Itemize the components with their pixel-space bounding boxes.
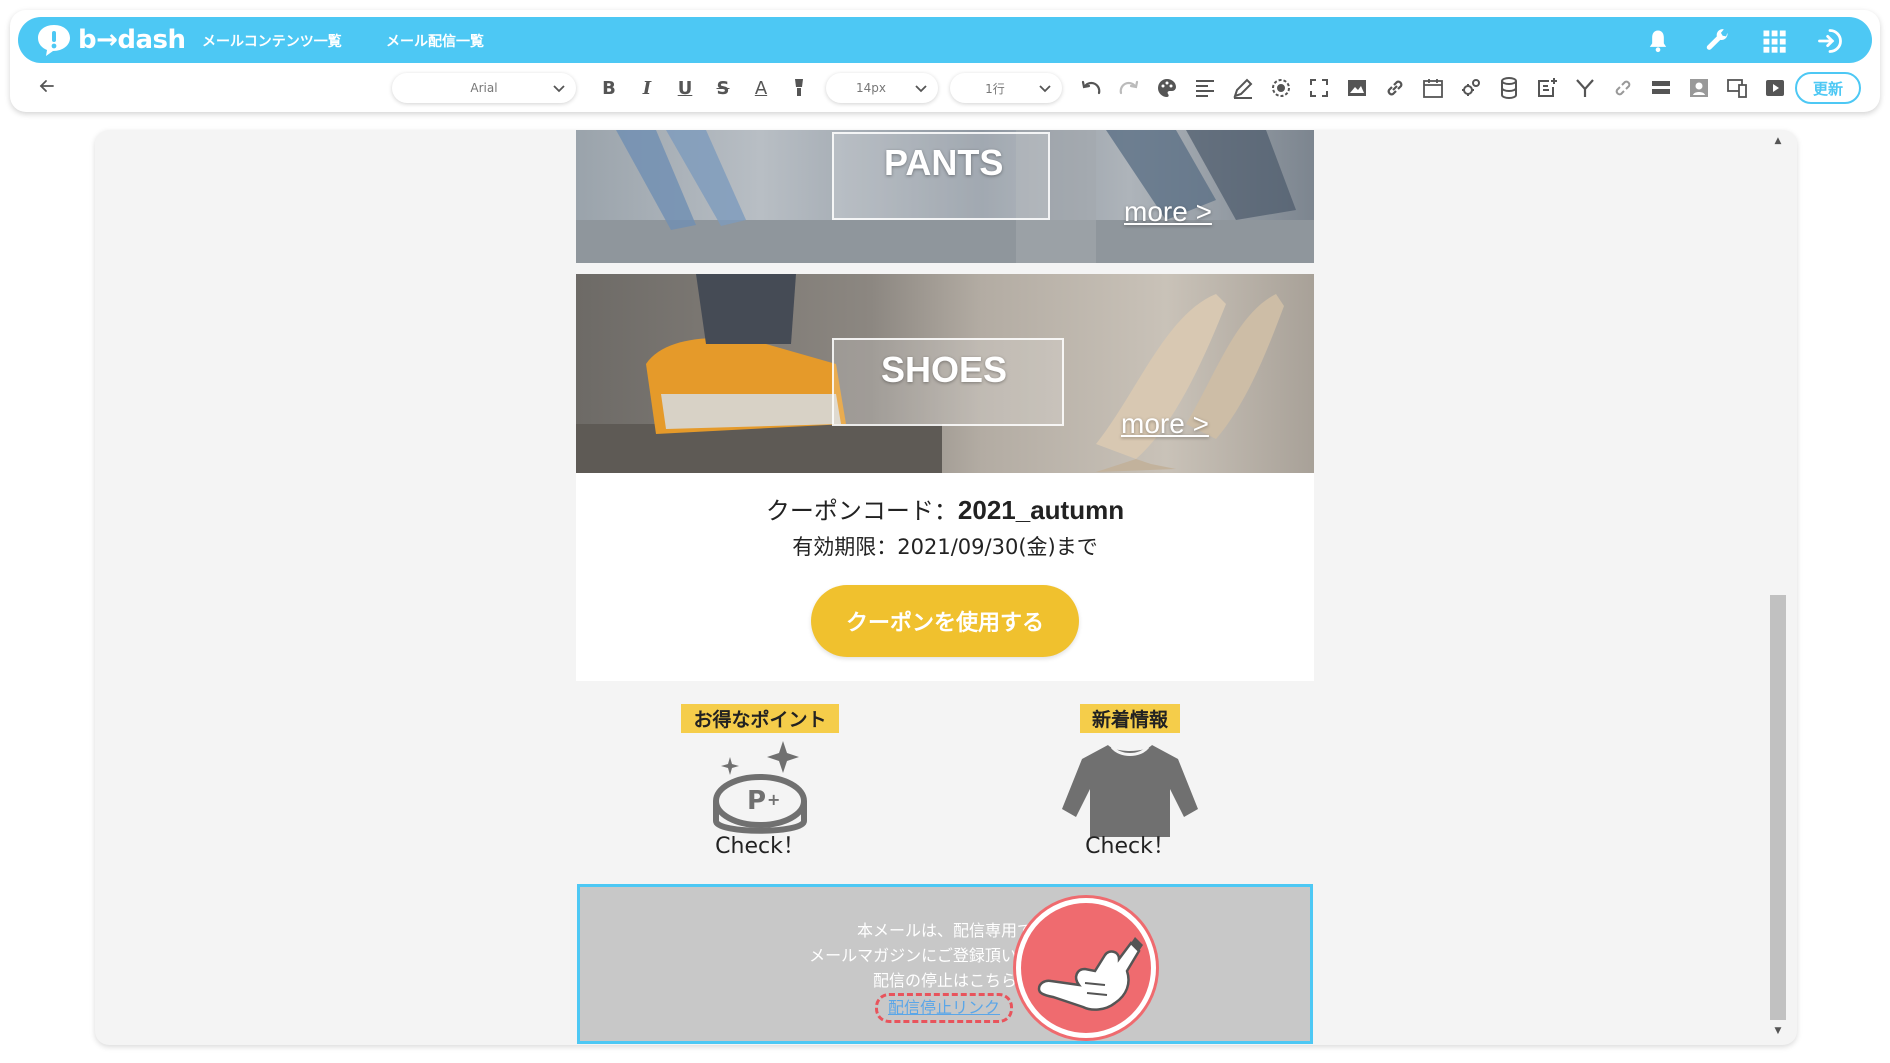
coupon-code-value: 2021_autumn: [957, 495, 1125, 525]
highlight-icon[interactable]: [786, 75, 812, 101]
coupon-expiry: 有効期限：2021/09/30(金)まで: [792, 535, 1098, 559]
responsive-preview-icon[interactable]: [1724, 75, 1750, 101]
feature-new-arrivals[interactable]: 新着情報 Check！: [1030, 704, 1230, 859]
svg-text:P: P: [747, 786, 766, 816]
pen-icon[interactable]: [1230, 75, 1256, 101]
banner-pants-more-link[interactable]: more >: [1124, 196, 1212, 228]
pointing-hand-icon: [1016, 898, 1156, 1038]
update-button[interactable]: 更新: [1795, 72, 1861, 104]
calendar-icon[interactable]: [1420, 75, 1446, 101]
palette-icon[interactable]: [1154, 75, 1180, 101]
font-size-value: 14px: [856, 81, 886, 95]
font-family-select[interactable]: Arial: [392, 73, 576, 103]
coupon-section: クーポンコード：2021_autumn 有効期限：2021/09/30(金)まで…: [576, 473, 1314, 681]
scroll-down-arrow-icon[interactable]: ▼: [1772, 1026, 1784, 1036]
link-icon[interactable]: [1382, 75, 1408, 101]
scrollbar-thumb[interactable]: [1770, 595, 1786, 1020]
font-size-select[interactable]: 14px: [826, 73, 938, 103]
italic-icon[interactable]: I: [634, 75, 660, 101]
user-card-icon[interactable]: [1686, 75, 1712, 101]
play-icon[interactable]: [1762, 75, 1788, 101]
svg-text:+: +: [767, 790, 780, 809]
redo-icon[interactable]: [1116, 75, 1142, 101]
footer-line-1: 本メールは、配信専用で: [856, 921, 1033, 940]
feature-points-tag: お得なポイント: [681, 704, 839, 733]
feature-points-check[interactable]: Check！: [660, 828, 860, 860]
bold-icon[interactable]: B: [596, 75, 622, 101]
target-icon[interactable]: [1268, 75, 1294, 101]
add-note-icon[interactable]: [1534, 75, 1560, 101]
unlink-icon[interactable]: [1610, 75, 1636, 101]
font-color-icon[interactable]: A: [748, 75, 774, 101]
undo-icon[interactable]: [1078, 75, 1104, 101]
footer-line-3: 配信の停止はこちら: [872, 971, 1017, 990]
underline-icon[interactable]: U: [672, 75, 698, 101]
fullscreen-icon[interactable]: [1306, 75, 1332, 101]
strikethrough-icon[interactable]: S: [710, 75, 736, 101]
align-left-icon[interactable]: [1192, 75, 1218, 101]
coupon-code-label: クーポンコード：: [765, 497, 958, 525]
banner-shoes[interactable]: SHOES more >: [576, 274, 1314, 473]
unsubscribe-link[interactable]: 配信停止リンク: [875, 993, 1014, 1023]
wrench-icon[interactable]: [1704, 27, 1732, 55]
chevron-down-icon: [1039, 85, 1051, 93]
email-footer[interactable]: 本メールは、配信専用で メールマガジンにご登録頂いた方にお 配信の停止はこちら …: [577, 884, 1313, 1044]
sweater-icon: [1062, 745, 1198, 837]
nav-mail-contents[interactable]: メールコンテンツ一覧: [202, 31, 342, 51]
logo-icon: [38, 25, 70, 56]
banner-shoes-label: SHOES: [881, 349, 1008, 390]
chevron-down-icon: [553, 85, 565, 93]
banner-pants-label: PANTS: [884, 142, 1004, 183]
footer-line-2: メールマガジンにご登録頂いた方にお: [809, 946, 1081, 965]
line-height-select[interactable]: 1行: [950, 73, 1062, 103]
gears-icon[interactable]: [1458, 75, 1484, 101]
branch-icon[interactable]: [1572, 75, 1598, 101]
feature-new-arrivals-tag: 新着情報: [1079, 704, 1180, 733]
font-family-value: Arial: [470, 81, 498, 95]
bell-icon[interactable]: [1644, 27, 1672, 55]
point-coin-icon: P +: [713, 741, 807, 834]
database-icon[interactable]: [1496, 75, 1522, 101]
scroll-up-arrow-icon[interactable]: ▲: [1772, 136, 1784, 146]
app-logo[interactable]: b→dash: [36, 23, 186, 57]
back-arrow-icon[interactable]: [38, 77, 56, 95]
use-coupon-button[interactable]: クーポンを使用する: [811, 585, 1079, 657]
feature-points[interactable]: お得なポイント P + Check！: [660, 704, 860, 859]
line-height-value: 1行: [985, 81, 1005, 96]
banner-shoes-more-link[interactable]: more >: [1121, 408, 1209, 440]
logout-icon[interactable]: [1816, 27, 1844, 55]
top-navigation-bar: b→dash メールコンテンツ一覧 メール配信一覧: [18, 17, 1872, 63]
logo-text: b→dash: [78, 25, 186, 55]
chevron-down-icon: [915, 85, 927, 93]
divider-block-icon[interactable]: [1648, 75, 1674, 101]
nav-mail-deliveries[interactable]: メール配信一覧: [386, 31, 484, 51]
apps-grid-icon[interactable]: [1760, 27, 1788, 55]
banner-pants[interactable]: PANTS more >: [576, 130, 1314, 263]
feature-new-arrivals-check[interactable]: Check！: [1030, 828, 1230, 860]
image-icon[interactable]: [1344, 75, 1370, 101]
coupon-code-line: クーポンコード：2021_autumn: [576, 491, 1314, 526]
